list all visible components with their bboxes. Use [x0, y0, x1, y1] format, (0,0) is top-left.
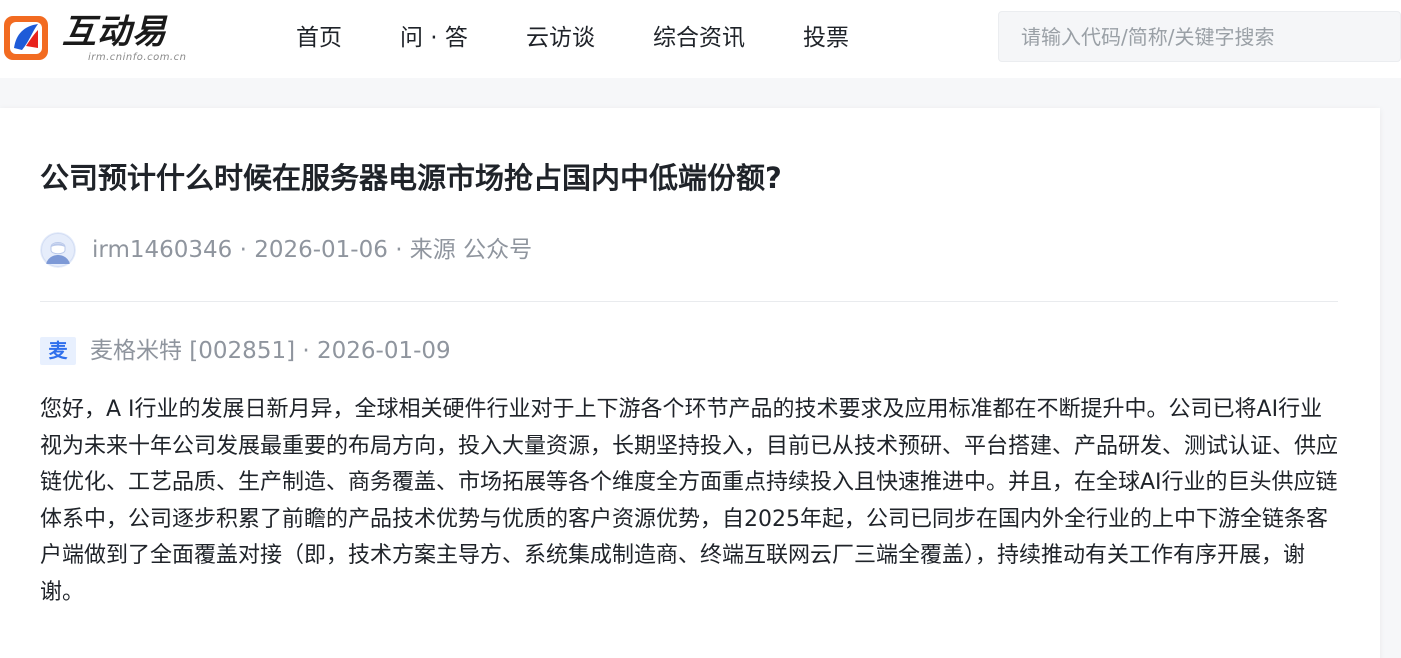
question-title: 公司预计什么时候在服务器电源市场抢占国内中低端份额? [40, 161, 782, 195]
question-meta-text: irm1460346 · 2026-01-06 · 来源 公众号 [92, 237, 533, 263]
nav-item-interview[interactable]: 云访谈 [526, 20, 595, 56]
nav-item-news[interactable]: 综合资讯 [653, 20, 745, 56]
company-badge: 麦 [40, 337, 76, 365]
user-avatar-icon [40, 232, 76, 268]
logo-mark-icon [4, 16, 48, 60]
search-input[interactable] [999, 12, 1400, 61]
main-nav: 首页 问 · 答 云访谈 综合资讯 投票 [296, 20, 849, 56]
logo-title: 互动易 [62, 12, 167, 52]
top-header: 互动易 irm.cninfo.com.cn 首页 问 · 答 云访谈 综合资讯 … [0, 0, 1401, 78]
answer-body: 您好，A I行业的发展日新月异，全球相关硬件行业对于上下游各个环节产品的技术要求… [40, 397, 1339, 605]
site-logo[interactable]: 互动易 irm.cninfo.com.cn [0, 10, 190, 66]
search-box [998, 11, 1401, 62]
nav-item-home[interactable]: 首页 [296, 20, 342, 56]
question-meta: irm1460346 · 2026-01-06 · 来源 公众号 [40, 230, 532, 270]
nav-item-qa[interactable]: 问 · 答 [400, 20, 468, 56]
qa-card: 公司预计什么时候在服务器电源市场抢占国内中低端份额? irm1460346 · … [0, 108, 1380, 658]
logo-subtitle: irm.cninfo.com.cn [88, 52, 187, 63]
answer-header: 麦 麦格米特 [002851] · 2026-01-09 [40, 333, 451, 369]
divider [40, 301, 1338, 302]
nav-item-vote[interactable]: 投票 [803, 20, 849, 56]
answer-meta-text[interactable]: 麦格米特 [002851] · 2026-01-09 [90, 333, 451, 369]
